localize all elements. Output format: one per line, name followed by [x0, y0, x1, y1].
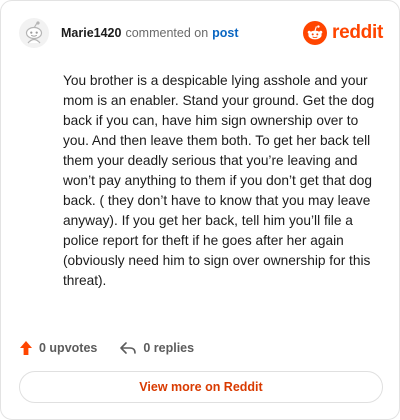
comment-action-text: commented on: [125, 26, 209, 40]
embedded-comment-card: Marie1420 commented on post reddit You b…: [0, 0, 400, 420]
reply-button[interactable]: 0 replies: [119, 340, 194, 356]
reddit-logo-icon: [303, 21, 328, 45]
reply-count: 0 replies: [143, 341, 195, 355]
upvote-arrow-icon: [20, 341, 32, 355]
reddit-brand[interactable]: reddit: [303, 21, 383, 45]
snoo-avatar-graphic: [25, 21, 43, 44]
comment-author[interactable]: Marie1420: [61, 26, 121, 40]
post-link[interactable]: post: [212, 26, 238, 40]
snoo-avatar-icon[interactable]: [19, 18, 49, 48]
comment-body: You brother is a despicable lying asshol…: [63, 73, 375, 288]
upvote-count: 0 upvotes: [39, 341, 98, 355]
comment-header: Marie1420 commented on post reddit: [19, 17, 383, 49]
comment-actions: 0 upvotes 0 replies: [19, 338, 194, 358]
view-more-on-reddit-button[interactable]: View more on Reddit: [19, 371, 383, 403]
upvote-button[interactable]: 0 upvotes: [19, 340, 97, 356]
reddit-wordmark: reddit: [332, 22, 383, 43]
reply-arrow-icon: [120, 342, 137, 354]
comment-meta: Marie1420 commented on post: [61, 26, 239, 40]
